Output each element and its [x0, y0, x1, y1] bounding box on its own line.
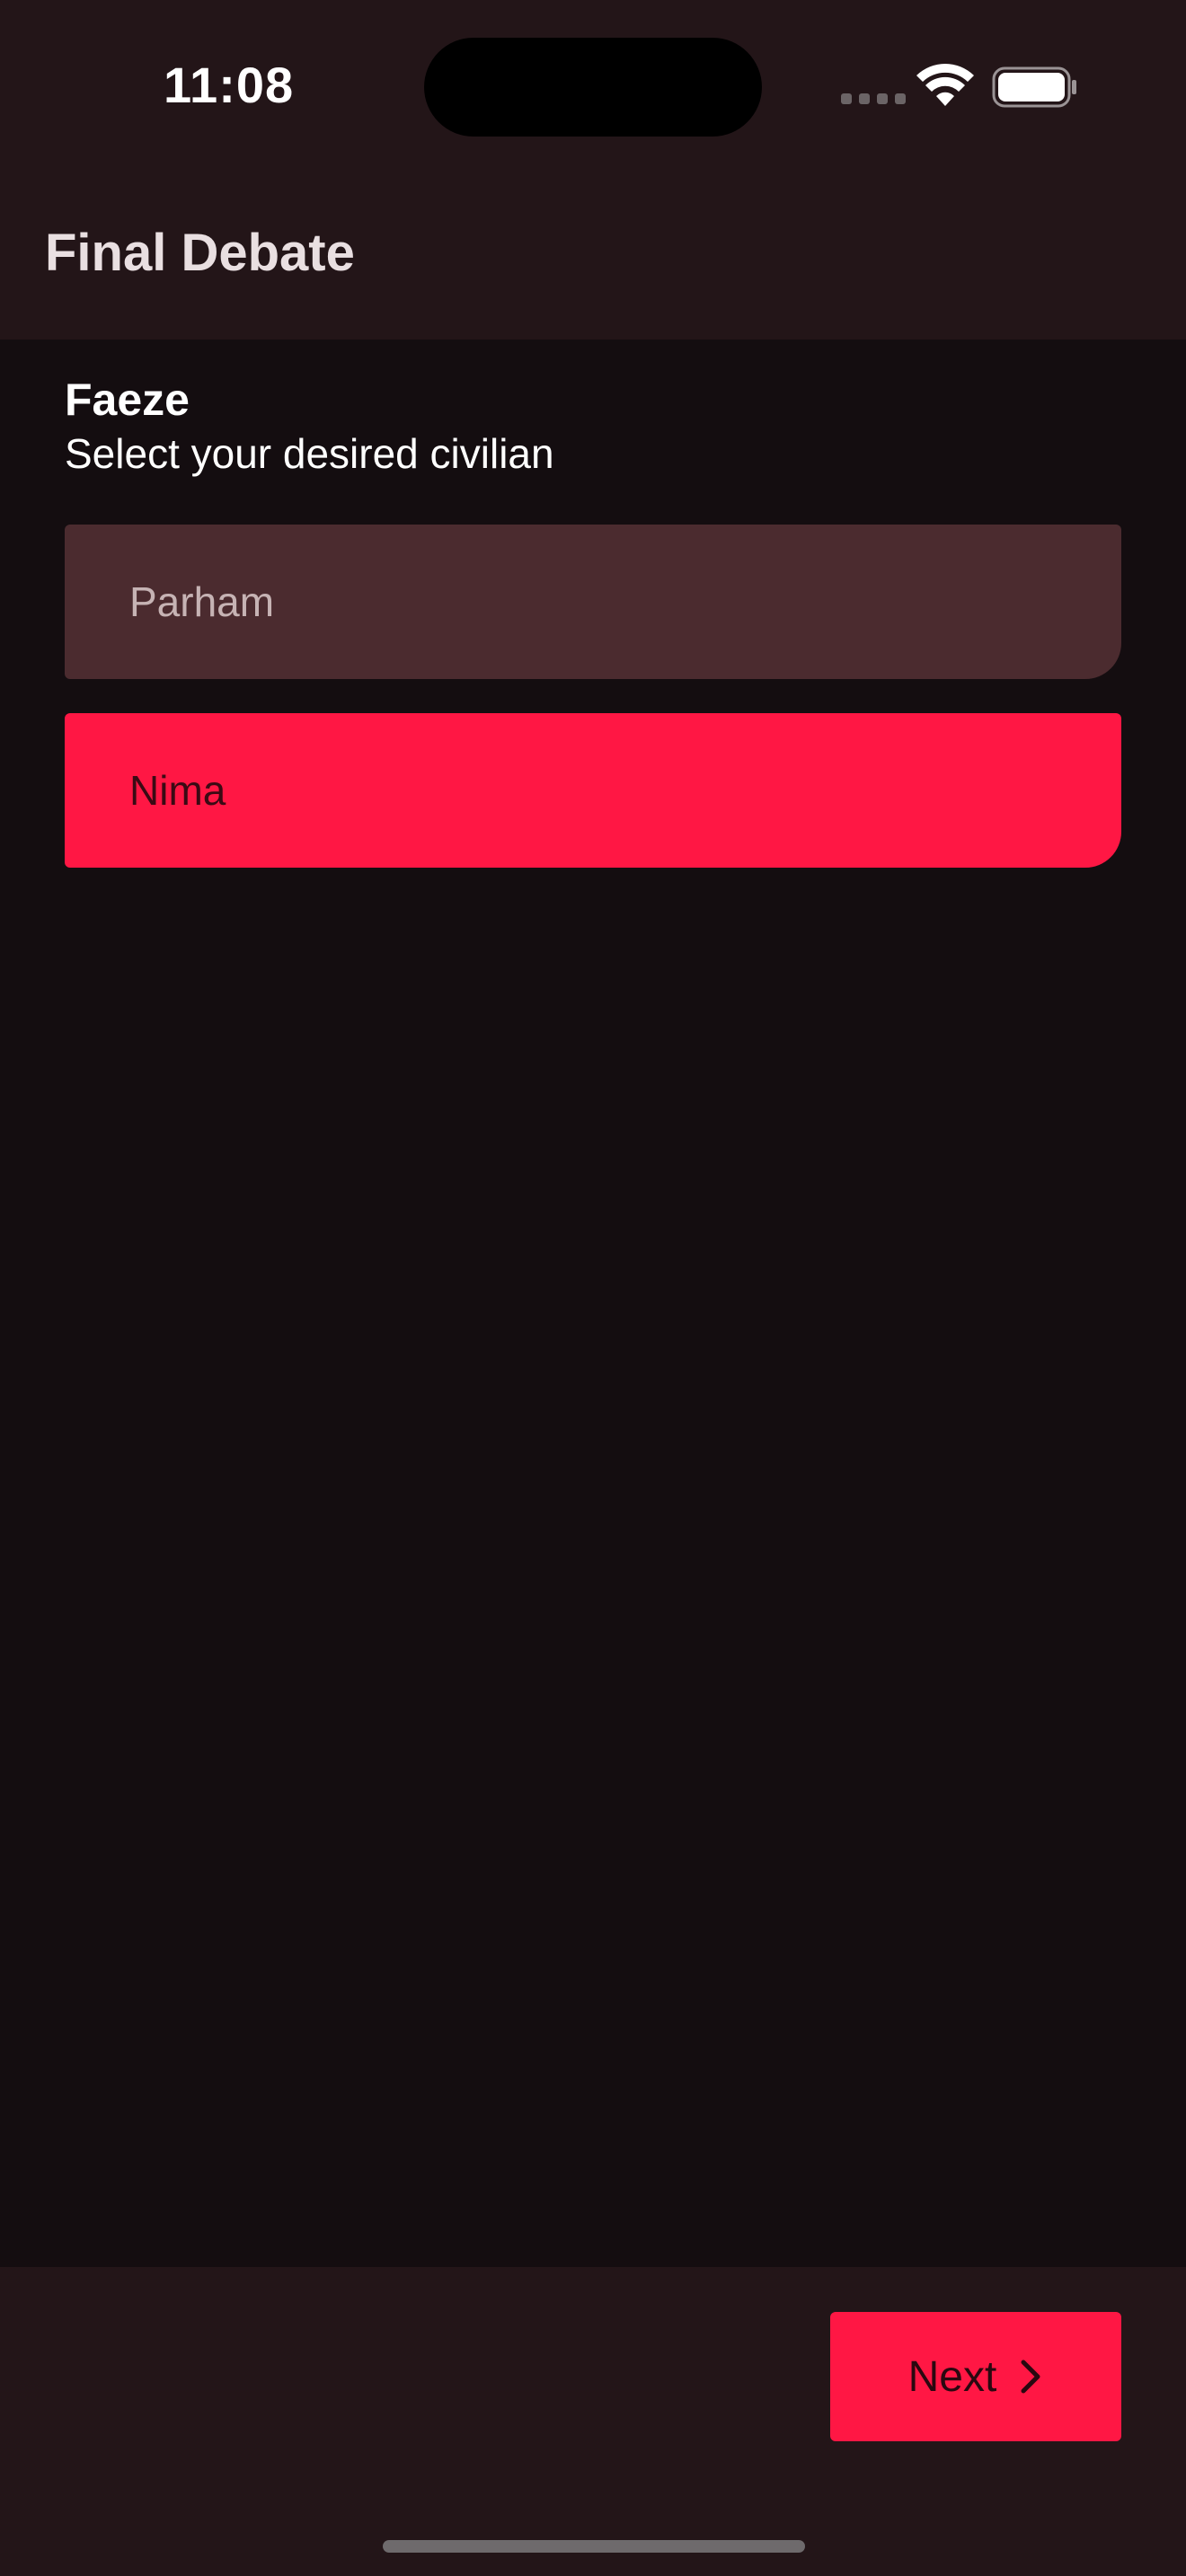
player-name: Faeze: [65, 375, 190, 425]
app-bar: Final Debate: [0, 171, 1186, 340]
dynamic-island: [424, 38, 762, 137]
option-nima[interactable]: Nima: [65, 713, 1121, 868]
option-parham[interactable]: Parham: [65, 525, 1121, 679]
option-label: Parham: [129, 578, 275, 625]
bottom-bar: Next: [0, 2267, 1186, 2576]
home-indicator[interactable]: [383, 2540, 805, 2553]
battery-icon: [992, 66, 1076, 108]
chevron-right-icon: [1021, 2360, 1040, 2394]
main-content: Faeze Select your desired civilian Parha…: [0, 340, 1186, 2267]
screen: 11:08 Final Debate Faeze Select your des…: [0, 0, 1186, 2576]
wifi-icon: [916, 64, 974, 106]
page-title: Final Debate: [45, 224, 355, 282]
status-time: 11:08: [164, 57, 295, 113]
option-label: Nima: [129, 767, 226, 814]
cellular-signal-icon: [841, 93, 906, 104]
status-bar: 11:08: [0, 0, 1186, 171]
instruction-text: Select your desired civilian: [65, 430, 554, 477]
next-button-label: Next: [907, 2352, 997, 2401]
next-button[interactable]: Next: [830, 2312, 1121, 2441]
